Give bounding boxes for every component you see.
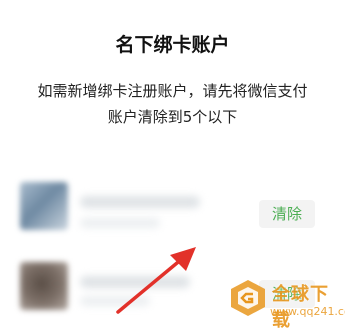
account-name-blurred	[80, 276, 190, 288]
watermark: 全球下载 www.qq241.com	[228, 278, 345, 331]
account-name-blurred	[80, 196, 200, 208]
account-detail-blurred	[80, 296, 150, 306]
dialog-message-line-1: 如需新增绑卡注册账户，请先将微信支付	[37, 82, 308, 100]
watermark-logo-icon	[231, 280, 265, 316]
clear-button[interactable]: 清除	[259, 200, 315, 228]
account-avatar	[20, 182, 68, 230]
account-avatar	[20, 262, 68, 310]
account-row: 清除	[16, 170, 318, 258]
dialog-title: 名下绑卡账户	[115, 34, 230, 56]
dialog-message-line-2: 账户清除到5个以下	[107, 108, 238, 126]
account-detail-blurred	[80, 218, 160, 228]
watermark-url: www.qq241.com	[270, 305, 345, 318]
dialog-message: 如需新增绑卡注册账户，请先将微信支付 账户清除到5个以下	[0, 78, 345, 130]
